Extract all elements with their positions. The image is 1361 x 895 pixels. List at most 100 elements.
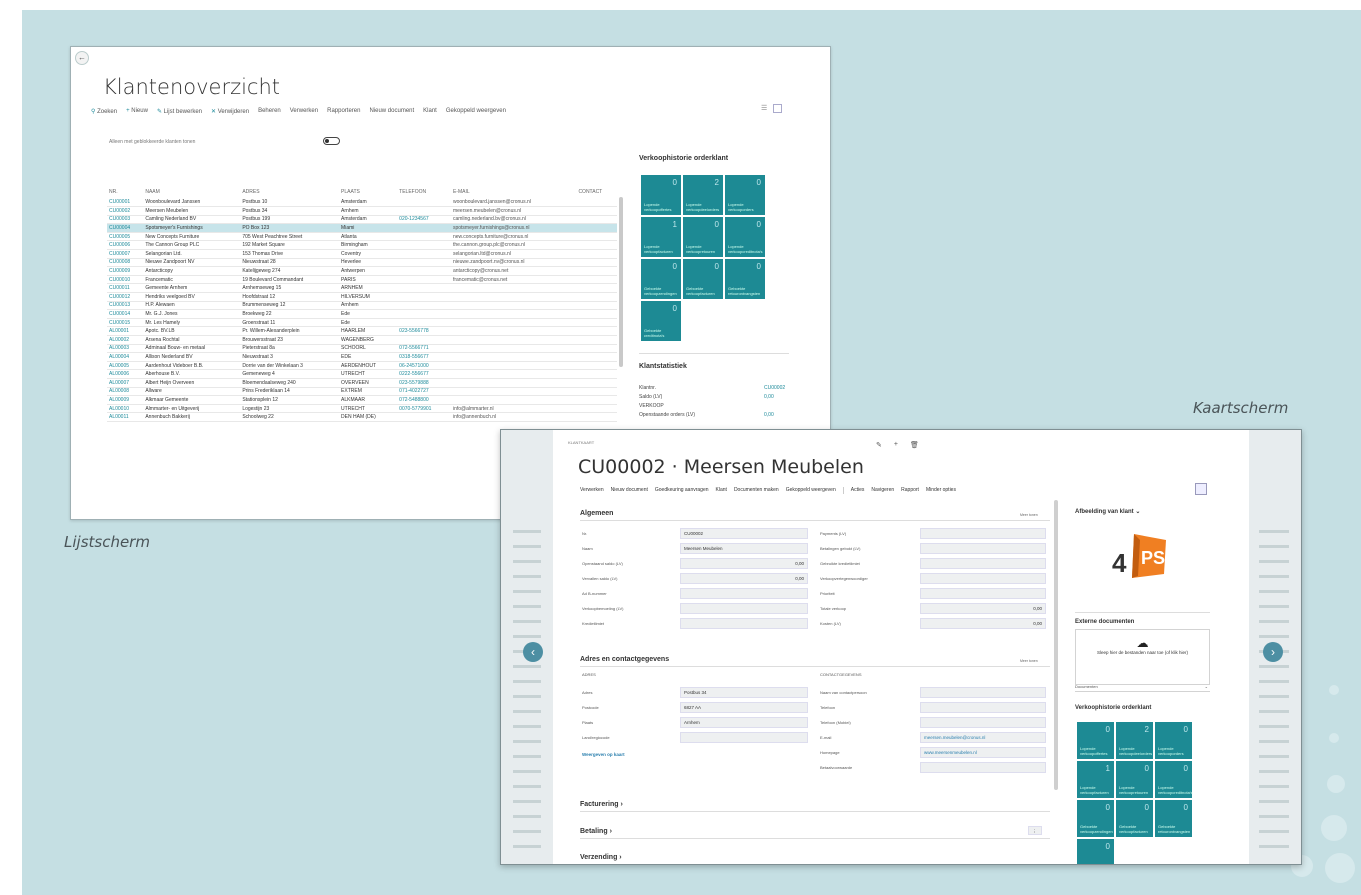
history-tile[interactable]: 0 Lopende verkoopretouren xyxy=(1116,761,1153,798)
action-navigate[interactable]: Navigeren xyxy=(871,487,894,494)
table-row[interactable]: CU00006 The Cannon Group PLC 192 Market Sq… xyxy=(107,240,617,251)
customer-picture-title[interactable]: Afbeelding van klant ⌄ xyxy=(1075,508,1140,515)
field-input[interactable] xyxy=(920,543,1046,554)
history-tile[interactable]: 0 Geboekte verkoopzendingen xyxy=(1077,800,1114,837)
history-tile[interactable]: 2 Lopende verkoopdeelorders xyxy=(683,175,723,215)
cell-no[interactable]: AL00008 xyxy=(107,387,144,397)
show-on-map-link[interactable]: Weergeven op kaart xyxy=(582,752,625,757)
table-row[interactable]: CU00001 Woonboulevard Janssen Postbus 10 Am… xyxy=(107,198,617,208)
table-row[interactable]: CU00003 Camling Nederland BV Postbus 199 Am… xyxy=(107,215,617,225)
cell-no[interactable]: CU00013 xyxy=(107,301,144,311)
field-input[interactable]: meersen.meubelen@cronus.nl xyxy=(920,732,1046,743)
table-row[interactable]: CU00007 Selangorian Ltd. 153 Thomas Drive C… xyxy=(107,249,617,259)
stat-value[interactable]: 0,00 xyxy=(764,412,774,418)
section-invoicing-title[interactable]: Facturering › xyxy=(580,801,623,808)
col-contact[interactable]: CONTACT xyxy=(576,185,617,198)
table-row[interactable]: CU00015 Mr. Les Hamely Groenstraat 11 Ede xyxy=(107,318,617,328)
table-row[interactable]: AL00004 Allison Nederland BV Nieuwstraat 3… xyxy=(107,352,617,362)
cell-no[interactable]: CU00008 xyxy=(107,258,144,268)
field-input[interactable] xyxy=(680,732,808,743)
toolbar-report[interactable]: Rapporteren xyxy=(327,108,360,114)
history-tile[interactable]: 0 Geboekte retourontvangsten xyxy=(725,259,765,299)
documents-select[interactable]: Documenten ⌄ xyxy=(1075,682,1210,692)
payment-expand-icon[interactable]: ⋮ xyxy=(1028,826,1042,835)
history-tile[interactable]: 0 Geboekte retourontvangsten xyxy=(1155,800,1192,837)
field-input[interactable] xyxy=(680,588,808,599)
toolbar-new[interactable]: + Nieuw xyxy=(126,108,148,114)
cell-no[interactable]: CU00002 xyxy=(107,206,144,216)
table-row[interactable]: CU00005 New Concepts Furniture 705 West Pe… xyxy=(107,232,617,242)
action-create-documents[interactable]: Documenten maken xyxy=(734,487,779,494)
table-row[interactable]: CU00004 Spotsmeyer's Furnishings PO Box 12… xyxy=(107,223,617,233)
cell-no[interactable]: AL00006 xyxy=(107,369,144,379)
delete-icon[interactable]: 🗑 xyxy=(910,441,919,449)
cell-no[interactable]: AL00011 xyxy=(107,412,144,422)
history-tile[interactable]: 0 Lopende verkoopoffertes xyxy=(1077,722,1114,759)
history-tile[interactable]: 0 Lopende verkoopretouren xyxy=(683,217,723,257)
field-input[interactable] xyxy=(920,717,1046,728)
table-row[interactable]: AL00007 Albert Heijn Overveen Bloemendaals… xyxy=(107,378,617,388)
table-row[interactable]: AL00010 Almmarter- en Uitgeverij Logestijn… xyxy=(107,404,617,414)
cell-no[interactable]: CU00004 xyxy=(107,223,144,233)
field-input[interactable] xyxy=(920,588,1046,599)
history-tile[interactable]: 0 Geboekte verkoopzendingen xyxy=(641,259,681,299)
cell-no[interactable]: CU00014 xyxy=(107,309,144,319)
toolbar-edit-list[interactable]: ✎ Lijst bewerken xyxy=(157,108,202,115)
table-row[interactable]: CU00002 Meersen Meubelen Postbus 34 Arnhem m… xyxy=(107,206,617,216)
col-city[interactable]: PLAATS xyxy=(339,185,397,198)
history-tile[interactable]: 1 Lopende verkoopfacturen xyxy=(641,217,681,257)
toolbar-new-document[interactable]: Nieuw document xyxy=(369,108,414,114)
table-row[interactable]: AL00002 Arsena Rochtal Brouwersstraat 23 WA… xyxy=(107,335,617,345)
stat-value[interactable]: 0,00 xyxy=(764,394,774,400)
cell-no[interactable]: AL00009 xyxy=(107,395,144,405)
toolbar-manage[interactable]: Beheren xyxy=(258,108,281,114)
filter-icon[interactable]: ☰ xyxy=(761,104,767,113)
card-scrollbar[interactable] xyxy=(1054,500,1058,790)
history-tile[interactable]: 1 Lopende verkoopfacturen xyxy=(1077,761,1114,798)
toolbar-process[interactable]: Verwerken xyxy=(290,108,318,114)
table-row[interactable]: AL00009 Alkmaar Gemeente Stationsplein 12 A… xyxy=(107,395,617,405)
previous-record-icon[interactable]: ‹ xyxy=(523,642,543,662)
field-input[interactable] xyxy=(680,603,808,614)
cell-no[interactable]: CU00015 xyxy=(107,318,144,328)
cell-no[interactable]: CU00011 xyxy=(107,283,144,294)
cell-no[interactable]: AL00007 xyxy=(107,378,144,388)
action-show-attached[interactable]: Gekoppeld weergeven xyxy=(786,487,836,494)
field-input[interactable]: Postbus 34 xyxy=(680,687,808,698)
table-row[interactable]: CU00012 Hendriks veelgoed BV Hoofdstraat 1… xyxy=(107,292,617,302)
cell-no[interactable]: CU00006 xyxy=(107,240,144,251)
col-no[interactable]: NR. xyxy=(107,185,143,198)
history-tile[interactable]: 0 Lopende verkooporders xyxy=(725,175,765,215)
history-tile[interactable]: 0 Geboekte verkoopfacturen xyxy=(683,259,723,299)
table-row[interactable]: AL00008 Allware Prins Frederiklaan 14 EXTRE… xyxy=(107,387,617,397)
col-email[interactable]: E-MAIL xyxy=(451,185,576,198)
col-phone[interactable]: TELEFOON xyxy=(397,185,451,198)
section-general-title[interactable]: Algemeen xyxy=(580,510,613,517)
cell-no[interactable]: AL00003 xyxy=(107,344,144,354)
cell-no[interactable]: CU00003 xyxy=(107,215,144,225)
section-payment-title[interactable]: Betaling › xyxy=(580,828,612,835)
action-actions[interactable]: Acties xyxy=(851,487,865,494)
field-input[interactable] xyxy=(920,573,1046,584)
field-input[interactable]: www.meersenmeubelen.nl xyxy=(920,747,1046,758)
history-tile[interactable]: 2 Lopende verkoopdeelorders xyxy=(1116,722,1153,759)
history-tile[interactable]: 0 Geboekte creditnota's xyxy=(1077,839,1114,864)
general-show-more[interactable]: Meer tonen xyxy=(1020,513,1038,517)
cell-no[interactable]: CU00005 xyxy=(107,232,144,242)
table-row[interactable]: CU00014 Mr. G.J. Jones Broekweg 22 Ede xyxy=(107,309,617,319)
address-show-more[interactable]: Meer tonen xyxy=(1020,659,1038,663)
list-scrollbar[interactable] xyxy=(619,197,623,367)
table-row[interactable]: CU00009 Antarcticopy Katelijgeweg 274 Antwe… xyxy=(107,266,617,276)
toolbar-show-attached[interactable]: Gekoppeld weergeven xyxy=(446,108,506,114)
section-address-title[interactable]: Adres en contactgegevens xyxy=(580,656,669,663)
table-row[interactable]: AL00003 Adminaal Bouw- en metaal Pieterstr… xyxy=(107,344,617,354)
field-input[interactable]: Arnhem xyxy=(680,717,808,728)
action-fewer-options[interactable]: Minder opties xyxy=(926,487,956,494)
cell-no[interactable]: AL00002 xyxy=(107,335,144,345)
table-row[interactable]: CU00011 Gemeente Arnhem Arnhemseweg 15 ARNH… xyxy=(107,283,617,294)
cell-no[interactable]: AL00005 xyxy=(107,361,144,371)
section-shipping-title[interactable]: Verzending › xyxy=(580,854,622,861)
field-input[interactable] xyxy=(920,702,1046,713)
toolbar-search[interactable]: ⚲ Zoeken xyxy=(91,108,117,115)
history-tile[interactable]: 0 Geboekte creditnota's xyxy=(641,301,681,341)
